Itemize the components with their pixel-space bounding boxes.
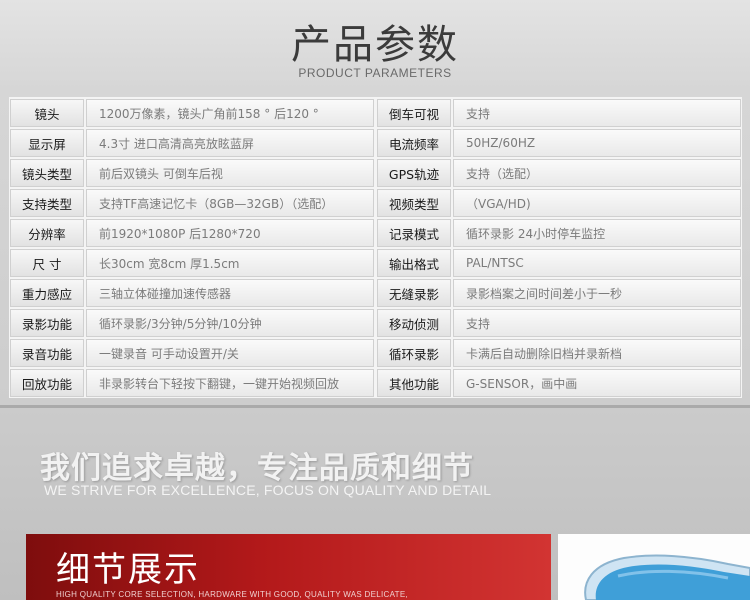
param-value: 50HZ/60HZ [453,129,741,157]
parameters-table: 镜头 1200万像素，镜头广角前158 ° 后120 ° 倒车可视 支持 显示屏… [9,97,742,398]
param-cell: 无缝录影 录影档案之间时间差小于一秒 [376,278,742,308]
param-cell: 镜头 1200万像素，镜头广角前158 ° 后120 ° [9,98,375,128]
param-cell: 移动侦测 支持 [376,308,742,338]
param-label: 显示屏 [10,129,84,157]
param-label: 视频类型 [377,189,451,217]
param-value: PAL/NTSC [453,249,741,277]
page-subtitle: PRODUCT PARAMETERS [298,66,452,80]
param-value: 1200万像素，镜头广角前158 ° 后120 ° [86,99,374,127]
param-label: 镜头类型 [10,159,84,187]
param-value: 循环录影/3分钟/5分钟/10分钟 [86,309,374,337]
param-value: 支持 [453,309,741,337]
param-label: 其他功能 [377,369,451,397]
param-label: 循环录影 [377,339,451,367]
param-label: 录影功能 [10,309,84,337]
param-cell: 视频类型 （VGA/HD) [376,188,742,218]
table-row: 显示屏 4.3寸 进口高清高亮放眩蓝屏 电流频率 50HZ/60HZ [9,128,742,158]
param-value: 支持 [453,99,741,127]
param-label: 重力感应 [10,279,84,307]
param-value: 支持TF高速记忆卡（8GB—32GB）（选配） [86,189,374,217]
detail-title: 细节展示 [56,550,200,590]
param-cell: 重力感应 三轴立体碰撞加速传感器 [9,278,375,308]
param-cell: 分辨率 前1920*1080P 后1280*720 [9,218,375,248]
param-value: 三轴立体碰撞加速传感器 [86,279,374,307]
detail-banner: 细节展示 HIGH QUALITY CORE SELECTION, HARDWA… [26,534,551,600]
product-image [558,534,750,600]
param-label: 支持类型 [10,189,84,217]
param-label: 无缝录影 [377,279,451,307]
param-value: 长30cm 宽8cm 厚1.5cm [86,249,374,277]
param-cell: 输出格式 PAL/NTSC [376,248,742,278]
param-cell: 镜头类型 前后双镜头 可倒车后视 [9,158,375,188]
param-value: 前后双镜头 可倒车后视 [86,159,374,187]
table-row: 支持类型 支持TF高速记忆卡（8GB—32GB）（选配） 视频类型 （VGA/H… [9,188,742,218]
param-value: 非录影转台下轻按下翻键，一键开始视频回放 [86,369,374,397]
param-value: G-SENSOR，画中画 [453,369,741,397]
param-label: 回放功能 [10,369,84,397]
param-label: 记录模式 [377,219,451,247]
param-cell: 电流频率 50HZ/60HZ [376,128,742,158]
param-cell: GPS轨迹 支持（选配） [376,158,742,188]
detail-subtitle: HIGH QUALITY CORE SELECTION, HARDWARE WI… [56,590,409,599]
param-label: 尺 寸 [10,249,84,277]
param-cell: 其他功能 G-SENSOR，画中画 [376,368,742,398]
param-cell: 支持类型 支持TF高速记忆卡（8GB—32GB）（选配） [9,188,375,218]
table-row: 镜头 1200万像素，镜头广角前158 ° 后120 ° 倒车可视 支持 [9,98,742,128]
param-label: 分辨率 [10,219,84,247]
param-label: 电流频率 [377,129,451,157]
param-value: 一键录音 可手动设置开/关 [86,339,374,367]
table-row: 回放功能 非录影转台下轻按下翻键，一键开始视频回放 其他功能 G-SENSOR，… [9,368,742,398]
table-row: 镜头类型 前后双镜头 可倒车后视 GPS轨迹 支持（选配） [9,158,742,188]
slogan-heading: 我们追求卓越，专注品质和细节 [40,451,474,486]
param-cell: 回放功能 非录影转台下轻按下翻键，一键开始视频回放 [9,368,375,398]
param-value: 4.3寸 进口高清高亮放眩蓝屏 [86,129,374,157]
param-cell: 记录模式 循环录影 24小时停车监控 [376,218,742,248]
param-label: 输出格式 [377,249,451,277]
param-cell: 录音功能 一键录音 可手动设置开/关 [9,338,375,368]
param-cell: 显示屏 4.3寸 进口高清高亮放眩蓝屏 [9,128,375,158]
table-row: 尺 寸 长30cm 宽8cm 厚1.5cm 输出格式 PAL/NTSC [9,248,742,278]
param-label: GPS轨迹 [377,159,451,187]
param-cell: 尺 寸 长30cm 宽8cm 厚1.5cm [9,248,375,278]
table-row: 录音功能 一键录音 可手动设置开/关 循环录影 卡满后自动删除旧档并录新档 [9,338,742,368]
table-row: 重力感应 三轴立体碰撞加速传感器 无缝录影 录影档案之间时间差小于一秒 [9,278,742,308]
table-row: 分辨率 前1920*1080P 后1280*720 记录模式 循环录影 24小时… [9,218,742,248]
param-cell: 倒车可视 支持 [376,98,742,128]
page-title: 产品参数 [291,22,459,68]
param-cell: 循环录影 卡满后自动删除旧档并录新档 [376,338,742,368]
param-label: 镜头 [10,99,84,127]
table-row: 录影功能 循环录影/3分钟/5分钟/10分钟 移动侦测 支持 [9,308,742,338]
mirror-icon [584,554,750,600]
param-value: 卡满后自动删除旧档并录新档 [453,339,741,367]
param-label: 移动侦测 [377,309,451,337]
param-label: 倒车可视 [377,99,451,127]
param-value: （VGA/HD) [453,189,741,217]
param-value: 前1920*1080P 后1280*720 [86,219,374,247]
param-value: 支持（选配） [453,159,741,187]
param-value: 循环录影 24小时停车监控 [453,219,741,247]
slogan-subheading: WE STRIVE FOR EXCELLENCE, FOCUS ON QUALI… [44,482,492,498]
param-cell: 录影功能 循环录影/3分钟/5分钟/10分钟 [9,308,375,338]
param-label: 录音功能 [10,339,84,367]
param-value: 录影档案之间时间差小于一秒 [453,279,741,307]
